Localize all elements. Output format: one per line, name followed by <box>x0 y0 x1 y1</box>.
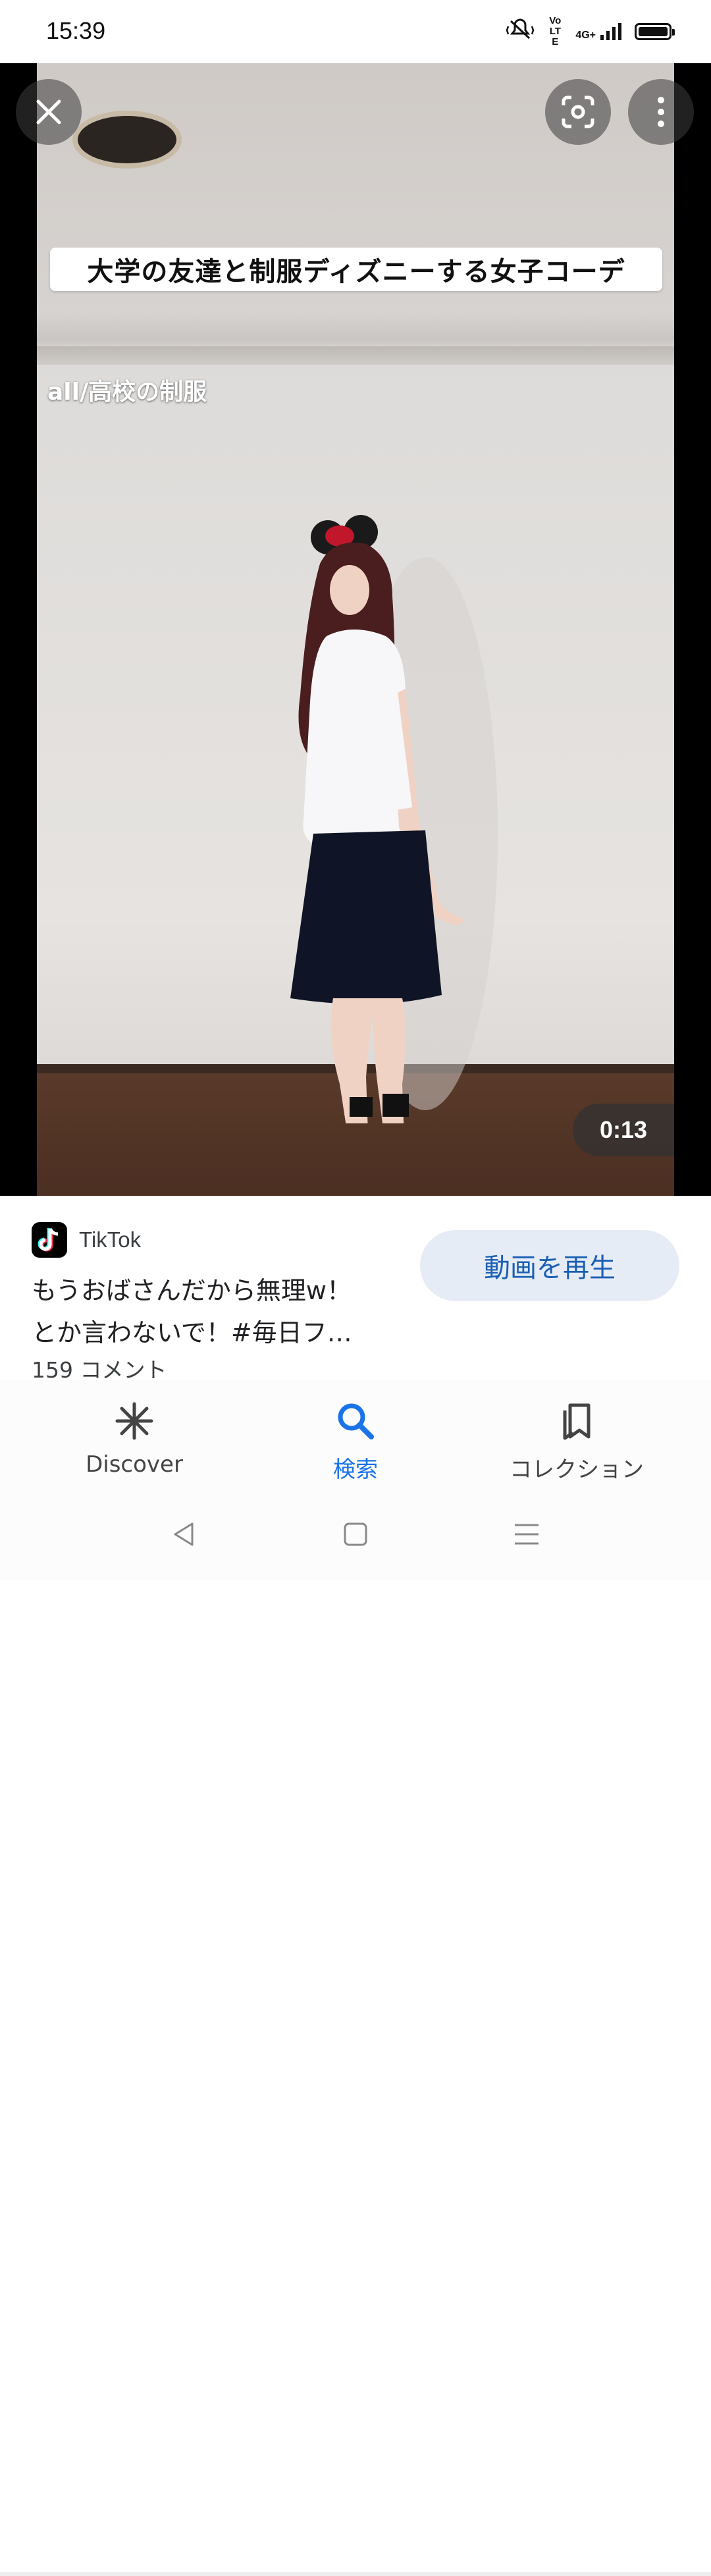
lens-icon <box>562 95 594 128</box>
nav-search[interactable]: 検索 <box>250 1400 461 1484</box>
ceiling-molding <box>37 346 674 365</box>
search-icon <box>338 1403 374 1439</box>
nav-discover-label: Discover <box>86 1451 183 1478</box>
nav-search-label: 検索 <box>333 1457 378 1483</box>
result-title-line-1: もうおばさんだから無理w！ <box>32 1276 352 1305</box>
more-options-button[interactable] <box>628 79 694 145</box>
image-viewer: 大学の友達と制服ディズニーする女子コーデ all/高校の制服 0:13 <box>0 63 711 1196</box>
comment-count: 159 コメント <box>32 1357 167 1383</box>
more-vert-icon <box>658 97 664 127</box>
collections-bookmark-icon <box>563 1403 591 1440</box>
network-type-label: 4G+ <box>575 30 596 41</box>
asterisk-icon <box>115 1402 153 1440</box>
result-source[interactable]: TikTok <box>32 1222 141 1258</box>
menu-lines-icon <box>515 1524 539 1545</box>
video-thumbnail[interactable]: 大学の友達と制服ディズニーする女子コーデ all/高校の制服 <box>37 63 674 1196</box>
status-bar: 15:39 Vo LTE 4G+ <box>0 0 711 63</box>
signal-icon: 4G+ <box>575 22 623 41</box>
nav-collections-label: コレクション <box>510 1457 644 1483</box>
system-recents-button[interactable] <box>507 1515 546 1554</box>
result-title-line-2: とか言わないで！#毎日フ… <box>32 1318 352 1347</box>
home-square-icon <box>344 1522 367 1546</box>
tiktok-icon <box>32 1222 67 1258</box>
divider <box>0 2572 711 2576</box>
system-navigation-bar <box>0 1492 711 1580</box>
status-icons: Vo LTE 4G+ <box>506 15 675 47</box>
ceiling-light <box>78 116 176 163</box>
play-video-button[interactable]: 動画を再生 <box>420 1230 679 1301</box>
bottom-navigation: Discover 検索 コレクション <box>0 1380 711 1492</box>
battery-icon <box>635 23 675 40</box>
nav-discover[interactable]: Discover <box>29 1400 240 1478</box>
mute-vibrate-icon <box>506 18 535 45</box>
person-figure <box>290 515 498 1123</box>
video-duration-badge: 0:13 <box>573 1104 674 1156</box>
close-icon <box>36 99 61 124</box>
close-button[interactable] <box>16 79 82 145</box>
lens-search-button[interactable] <box>545 79 611 145</box>
result-title[interactable]: もうおばさんだから無理w！ とか言わないで！#毎日フ… <box>32 1270 400 1354</box>
volte-icon: Vo LTE <box>549 15 562 47</box>
system-home-button[interactable] <box>336 1515 375 1554</box>
back-triangle-icon <box>174 1522 194 1546</box>
video-sub-caption: all/高校の制服 <box>47 379 207 406</box>
nav-collections[interactable]: コレクション <box>471 1400 682 1484</box>
result-info-panel: TikTok もうおばさんだから無理w！ とか言わないで！#毎日フ… 159 コ… <box>0 1196 711 2576</box>
video-caption-text: 大学の友達と制服ディズニーする女子コーデ <box>87 257 625 287</box>
source-name: TikTok <box>79 1227 142 1252</box>
video-caption-banner: 大学の友達と制服ディズニーする女子コーデ <box>50 248 662 291</box>
status-time: 15:39 <box>46 17 106 44</box>
system-back-button[interactable] <box>165 1515 204 1554</box>
